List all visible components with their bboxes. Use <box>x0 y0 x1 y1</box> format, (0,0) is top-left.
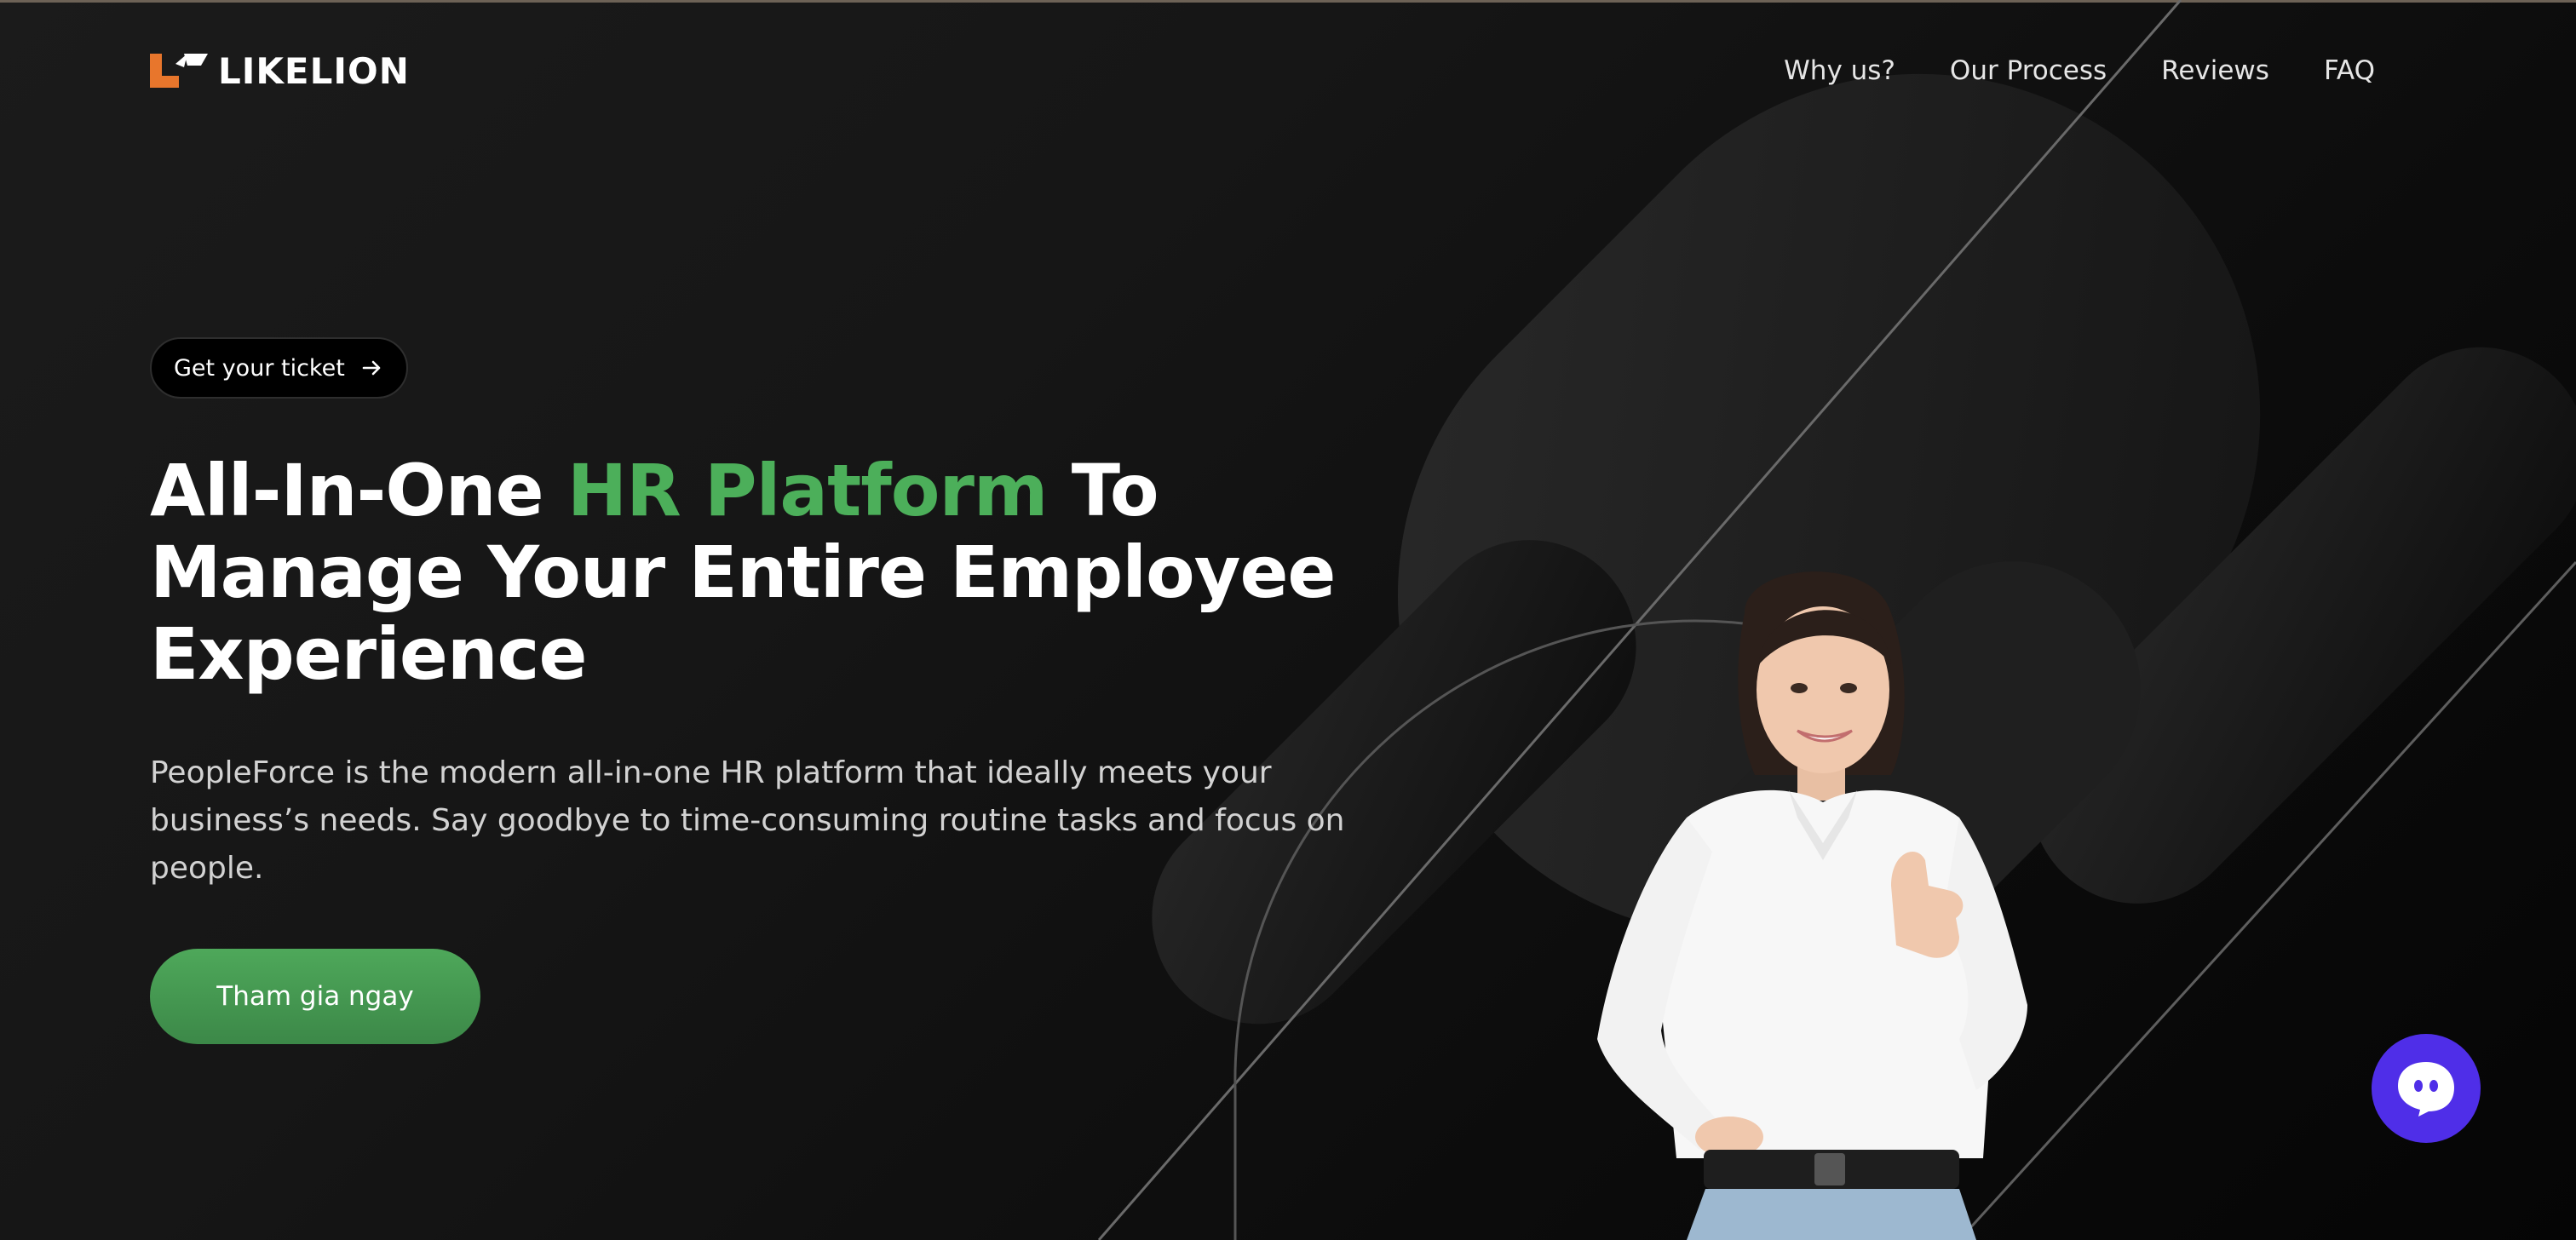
hero-headline: All-In-One HR Platform To Manage Your En… <box>150 450 1479 695</box>
headline-part-1: All-In-One <box>150 449 567 532</box>
headline-accent: HR Platform <box>566 449 1049 532</box>
header: LIKELION Why us? Our Process Reviews FAQ <box>150 49 2375 92</box>
logo[interactable]: LIKELION <box>150 49 410 92</box>
hero-person-image <box>1597 571 2027 1240</box>
nav-item-why-us[interactable]: Why us? <box>1784 55 1895 86</box>
nav-item-reviews[interactable]: Reviews <box>2161 55 2269 86</box>
ticket-label: Get your ticket <box>174 354 345 382</box>
likelion-logo-icon <box>150 54 208 88</box>
nav-item-our-process[interactable]: Our Process <box>1950 55 2107 86</box>
landing-page: LIKELION Why us? Our Process Reviews FAQ… <box>0 0 2576 1240</box>
get-ticket-button[interactable]: Get your ticket <box>150 337 408 399</box>
nav-item-faq[interactable]: FAQ <box>2324 55 2375 86</box>
main-nav: Why us? Our Process Reviews FAQ <box>1729 49 2375 92</box>
chat-button[interactable] <box>2372 1034 2481 1143</box>
brand-name: LIKELION <box>218 49 410 92</box>
join-now-button[interactable]: Tham gia ngay <box>150 949 480 1044</box>
chat-bubble-icon <box>2398 1062 2454 1117</box>
hero-description: PeopleForce is the modern all-in-one HR … <box>150 755 1345 886</box>
arrow-right-icon <box>362 360 381 376</box>
